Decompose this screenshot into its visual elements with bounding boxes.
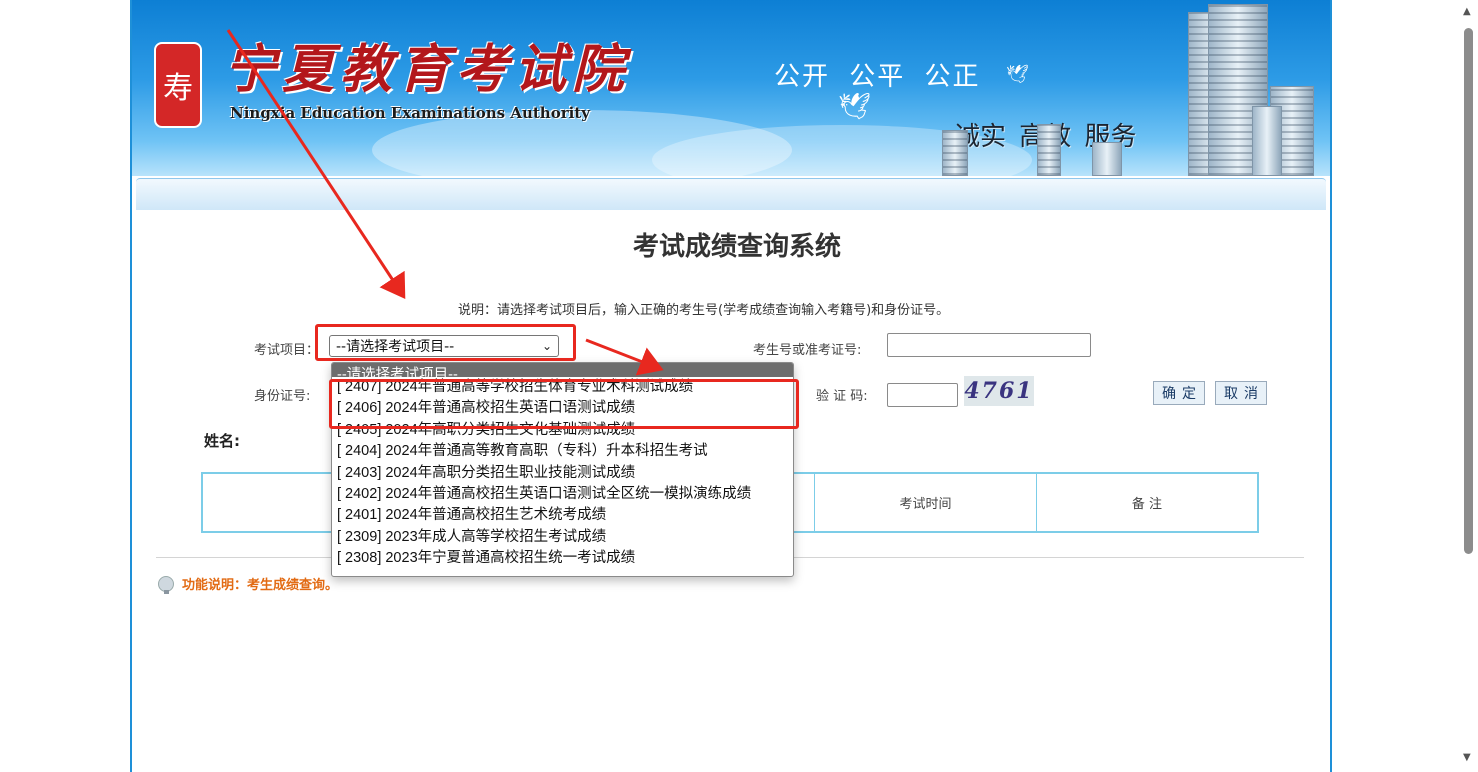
cancel-button[interactable]: 取消 [1215, 381, 1267, 405]
function-note-text: 功能说明：考生成绩查询。 [182, 578, 339, 593]
dropdown-option[interactable]: [ 2403] 2024年高职分类招生职业技能测试成绩 [332, 463, 793, 484]
candidate-number-label: 考生号或准考证号: [753, 343, 862, 358]
building-image [1252, 106, 1282, 176]
logo-chinese-text: 宁夏教育考试院 [224, 39, 631, 100]
dropdown-option[interactable]: [ 2404] 2024年普通高等教育高职（专科）升本科招生考试 [332, 441, 793, 462]
candidate-number-input[interactable] [887, 333, 1091, 357]
id-number-label: 身份证号: [254, 389, 311, 404]
logo-english-text: Ningxia Education Examinations Authority [230, 104, 590, 122]
instruction-text: 说明：请选择考试项目后，输入正确的考生号(学考成绩查询输入考籍号)和身份证号。 [458, 303, 950, 318]
dropdown-option[interactable]: [ 2401] 2024年普通高校招生艺术统考成绩 [332, 505, 793, 526]
scroll-up-icon[interactable]: ▲ [1463, 6, 1471, 17]
header-strip [136, 178, 1326, 210]
annotation-highlight-box [329, 379, 799, 429]
page: 寿 宁夏教育考试院 Ningxia Education Examinations… [0, 0, 1478, 772]
dropdown-option[interactable]: --请选择考试项目-- [332, 363, 793, 377]
annotation-highlight-box [315, 324, 576, 361]
seal-logo-icon: 寿 [154, 42, 202, 128]
dropdown-option[interactable]: [ 2309] 2023年成人高等学校招生考试成绩 [332, 527, 793, 548]
table-header-remarks: 备 注 [1131, 497, 1163, 512]
function-note: 功能说明：考生成绩查询。 [158, 574, 339, 594]
scrollbar-thumb[interactable] [1464, 28, 1473, 554]
dropdown-option[interactable]: [ 2402] 2024年普通高校招生英语口语测试全区统一模拟演练成绩 [332, 484, 793, 505]
exam-item-label: 考试项目： [254, 343, 320, 358]
building-image [1037, 124, 1061, 176]
dropdown-option[interactable]: [ 2308] 2023年宁夏普通高校招生统一考试成绩 [332, 548, 793, 569]
building-image [942, 130, 968, 176]
dove-icon: 🕊 [1006, 64, 1029, 85]
slogan-line-1: 公开 公平 公正 [774, 61, 981, 91]
name-label: 姓名: [204, 432, 240, 450]
lightbulb-icon [158, 575, 174, 594]
captcha-input[interactable] [887, 383, 958, 407]
dove-icon: 🕊 [838, 92, 872, 122]
captcha-image[interactable]: 4761 [964, 376, 1034, 406]
captcha-label: 验 证 码: [816, 389, 868, 404]
page-title: 考试成绩查询系统 [632, 232, 841, 262]
building-image [1092, 142, 1122, 176]
scroll-down-icon[interactable]: ▼ [1463, 752, 1471, 763]
confirm-button[interactable]: 确定 [1153, 381, 1205, 405]
site-banner: 寿 宁夏教育考试院 Ningxia Education Examinations… [132, 0, 1330, 176]
table-header-exam-time: 考试时间 [815, 474, 1037, 531]
